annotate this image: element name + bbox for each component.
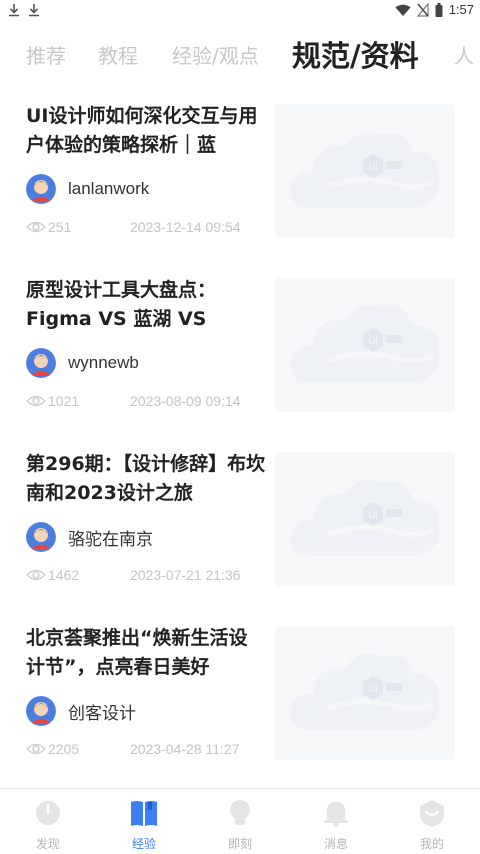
cloud-logo-icon: UI bbox=[290, 479, 440, 556]
nav-discover[interactable]: 发现 bbox=[0, 789, 96, 854]
author-name: lanlanwork bbox=[68, 179, 150, 198]
discover-icon bbox=[36, 801, 60, 825]
nav-label: 经验 bbox=[131, 837, 156, 851]
article-meta: 1462 2023-07-21 21:36 bbox=[26, 567, 241, 583]
author-row[interactable]: wynnewb bbox=[26, 348, 139, 378]
nav-label: 发现 bbox=[35, 837, 60, 851]
svg-text:UI: UI bbox=[369, 684, 378, 694]
publish-date: 2023-04-28 11:27 bbox=[130, 741, 240, 757]
eye-icon bbox=[26, 569, 46, 581]
nav-moments[interactable]: 即刻 bbox=[192, 789, 288, 854]
svg-text:UI: UI bbox=[369, 336, 378, 346]
eye-icon bbox=[26, 395, 46, 407]
bottom-nav: 发现 经验 即刻 消息 我的 bbox=[0, 788, 480, 854]
download-icon bbox=[29, 4, 39, 17]
download-icon bbox=[9, 4, 19, 17]
nav-label: 消息 bbox=[323, 837, 348, 851]
author-row[interactable]: 骆驼在南京 bbox=[26, 522, 153, 552]
cloud-logo-icon: UI bbox=[290, 653, 440, 730]
publish-date: 2023-12-14 09:54 bbox=[130, 219, 241, 235]
avatar[interactable] bbox=[26, 174, 56, 204]
author-row[interactable]: 创客设计 bbox=[26, 696, 136, 726]
bulb-icon bbox=[230, 800, 250, 825]
status-bar: 1:57 bbox=[0, 0, 480, 24]
cloud-logo-icon: UI bbox=[290, 131, 440, 208]
view-count: 1021 bbox=[48, 393, 80, 409]
publish-date: 2023-08-09 09:14 bbox=[130, 393, 241, 409]
publish-date: 2023-07-21 21:36 bbox=[130, 567, 241, 583]
article-title[interactable]: 原型设计工具大盘点：Figma VS 蓝湖 VS Axure bbox=[26, 276, 266, 334]
cloud-logo-icon: UI bbox=[290, 305, 440, 382]
avatar[interactable] bbox=[26, 348, 56, 378]
author-name: 骆驼在南京 bbox=[68, 529, 153, 549]
article-meta: 251 2023-12-14 09:54 bbox=[26, 219, 241, 235]
svg-text:UI: UI bbox=[369, 510, 378, 520]
article-title[interactable]: UI设计师如何深化交互与用户体验的策略探析｜蓝 bbox=[26, 102, 266, 160]
article-title[interactable]: 第296期：【设计修辞】布坎南和2023设计之旅 bbox=[26, 450, 266, 508]
battery-icon bbox=[435, 2, 443, 17]
clock-time: 1:57 bbox=[448, 2, 474, 17]
no-signal-icon bbox=[416, 2, 429, 17]
article-card[interactable]: 原型设计工具大盘点：Figma VS 蓝湖 VS Axure wynnewb 1… bbox=[0, 260, 480, 434]
avatar[interactable] bbox=[26, 696, 56, 726]
nav-messages[interactable]: 消息 bbox=[288, 789, 384, 854]
tab-tutorials[interactable]: 教程 bbox=[98, 30, 138, 82]
author-name: wynnewb bbox=[68, 353, 139, 372]
author-row[interactable]: lanlanwork bbox=[26, 174, 149, 204]
view-count: 2205 bbox=[48, 741, 80, 757]
article-card[interactable]: 北京荟聚推出“焕新生活设计节”，点亮春日美好 创客设计 2205 2023-04… bbox=[0, 608, 480, 782]
thumbnail-placeholder[interactable]: UI bbox=[275, 626, 455, 760]
eye-icon bbox=[26, 743, 46, 755]
wifi-icon bbox=[395, 4, 411, 16]
thumbnail-placeholder[interactable]: UI bbox=[275, 278, 455, 412]
tab-experience[interactable]: 经验/观点 bbox=[172, 30, 259, 82]
article-card[interactable]: 第296期：【设计修辞】布坎南和2023设计之旅 骆驼在南京 1462 2023… bbox=[0, 434, 480, 608]
nav-label: 我的 bbox=[419, 837, 444, 851]
tab-recommend[interactable]: 推荐 bbox=[26, 30, 66, 82]
tab-people[interactable]: 人 bbox=[454, 30, 474, 82]
view-count: 1462 bbox=[48, 567, 80, 583]
svg-text:UI: UI bbox=[369, 162, 378, 172]
article-card[interactable]: UI设计师如何深化交互与用户体验的策略探析｜蓝 lanlanwork 251 2… bbox=[0, 86, 480, 260]
book-icon bbox=[131, 801, 157, 826]
nav-label: 即刻 bbox=[227, 837, 252, 851]
bell-icon bbox=[324, 802, 348, 828]
article-meta: 2205 2023-04-28 11:27 bbox=[26, 741, 240, 757]
thumbnail-placeholder[interactable]: UI bbox=[275, 452, 455, 586]
avatar[interactable] bbox=[26, 522, 56, 552]
article-meta: 1021 2023-08-09 09:14 bbox=[26, 393, 241, 409]
thumbnail-placeholder[interactable]: UI bbox=[275, 104, 455, 238]
category-tabs: 推荐 教程 经验/观点 规范/资料 人 bbox=[0, 30, 480, 82]
nav-profile[interactable]: 我的 bbox=[384, 789, 480, 854]
eye-icon bbox=[26, 221, 46, 233]
tab-standards[interactable]: 规范/资料 bbox=[292, 30, 419, 82]
view-count: 251 bbox=[48, 219, 72, 235]
author-name: 创客设计 bbox=[68, 703, 136, 723]
article-title[interactable]: 北京荟聚推出“焕新生活设计节”，点亮春日美好 bbox=[26, 624, 266, 682]
profile-shield-icon bbox=[420, 800, 444, 827]
nav-experience[interactable]: 经验 bbox=[96, 789, 192, 854]
